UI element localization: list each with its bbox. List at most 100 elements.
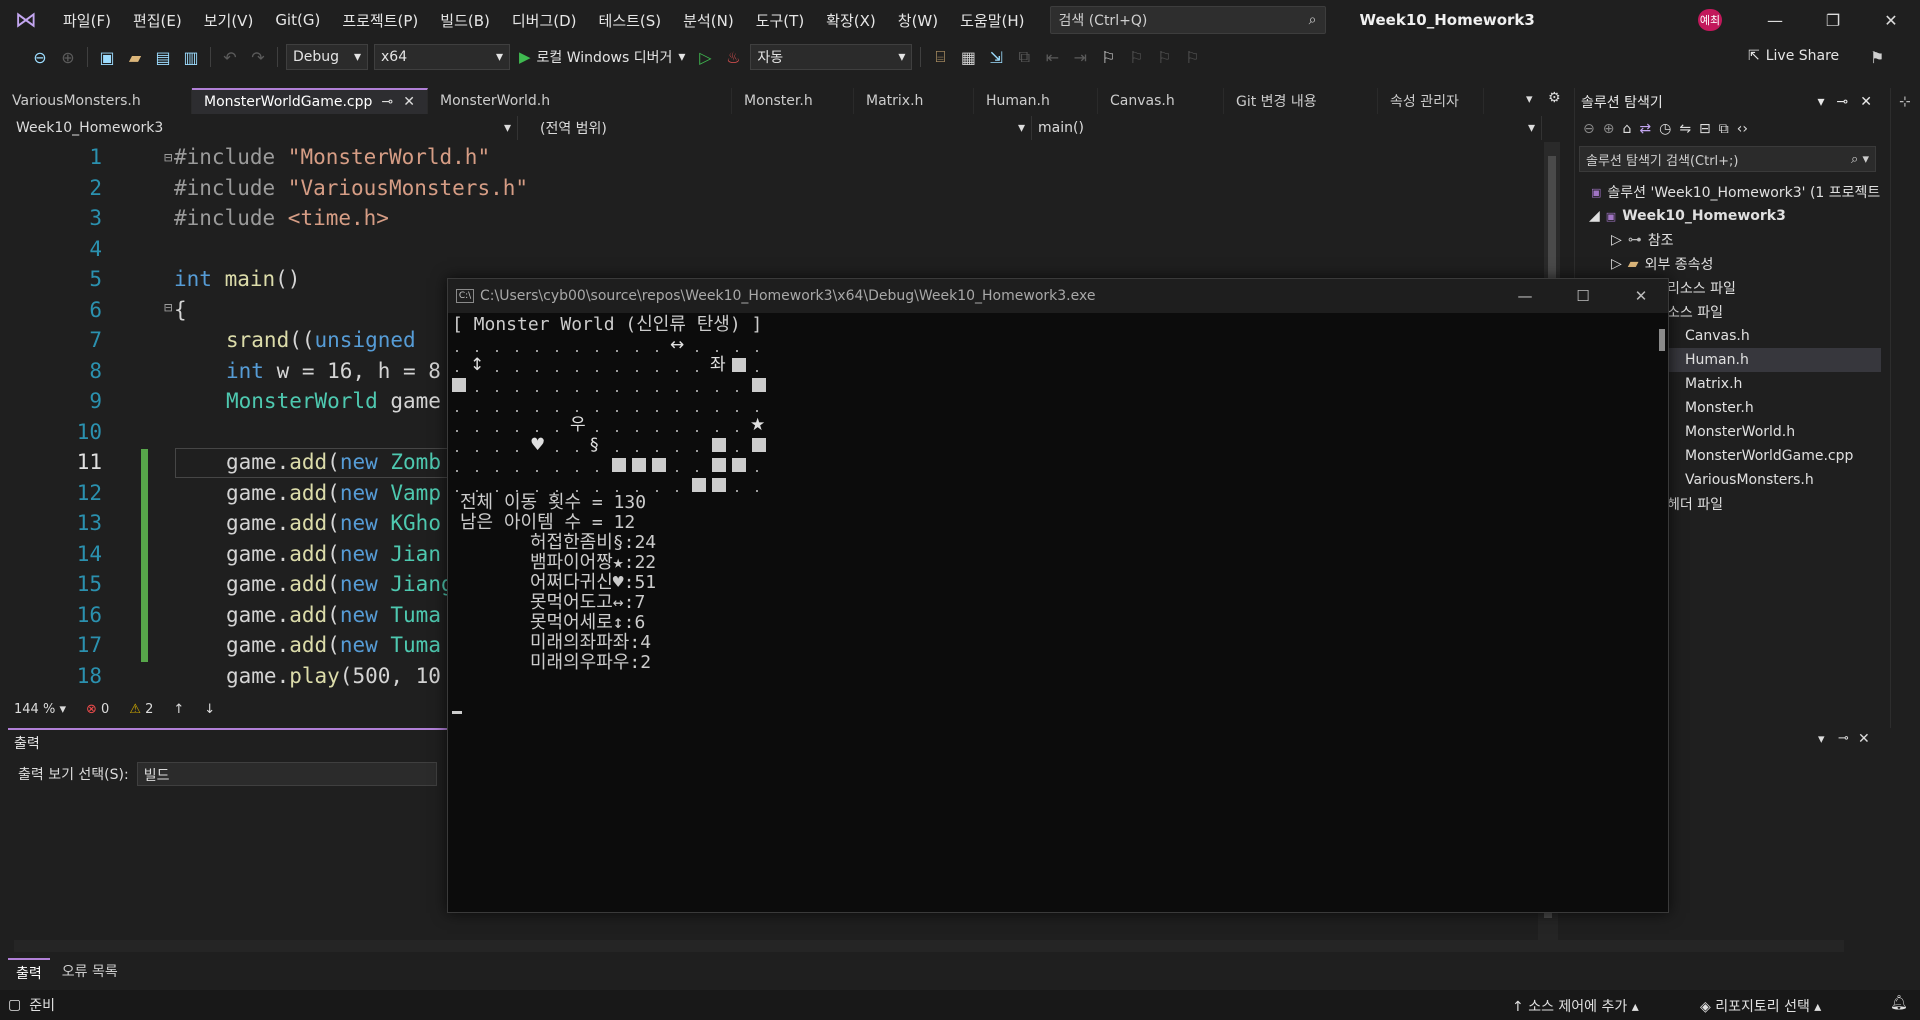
tree-project[interactable]: ◢ ▣ Week10_Homework3	[1589, 204, 1786, 228]
scrollbar-thumb[interactable]	[1659, 329, 1665, 351]
sync-icon[interactable]: ⇋	[1679, 121, 1691, 137]
tree-file[interactable]: MonsterWorld.h	[1685, 420, 1795, 444]
tab-git-changes[interactable]: Git 변경 내용	[1224, 88, 1378, 114]
tree-resource-files[interactable]: 리소스 파일	[1667, 276, 1736, 300]
live-share-button[interactable]: ⇱ Live Share	[1748, 48, 1839, 64]
next-issue-icon[interactable]: ↓	[204, 702, 215, 717]
tree-references[interactable]: ▷ ⊶ 참조	[1611, 228, 1674, 252]
tab-human[interactable]: Human.h	[974, 88, 1098, 114]
tab-output[interactable]: 출력	[8, 958, 50, 984]
tree-header-files[interactable]: 헤더 파일	[1667, 492, 1723, 516]
console-window[interactable]: C:\ C:\Users\cyb00\source\repos\Week10_H…	[447, 278, 1669, 913]
pane-dropdown-icon[interactable]: ▾	[1818, 94, 1825, 110]
menu-git[interactable]: Git(G)	[264, 0, 331, 40]
bookmark-icon[interactable]: ⚐	[1094, 44, 1122, 70]
tab-error-list[interactable]: 오류 목록	[54, 958, 126, 984]
tab-monster-world[interactable]: MonsterWorld.h	[428, 88, 732, 114]
menu-help[interactable]: 도움말(H)	[949, 0, 1035, 40]
output-select-box[interactable]: 빌드	[136, 762, 437, 786]
project-select[interactable]: Week10_Homework3 ▾	[10, 116, 518, 140]
tree-file[interactable]: Monster.h	[1685, 396, 1754, 420]
menu-window[interactable]: 창(W)	[887, 0, 949, 40]
visual-studio-logo-icon[interactable]: ⋈	[0, 0, 52, 40]
tree-file[interactable]: VariousMonsters.h	[1685, 468, 1814, 492]
close-tab-icon[interactable]: ✕	[403, 94, 415, 110]
show-all-files-icon[interactable]: ⧉	[1719, 121, 1729, 137]
bookmark-next-icon[interactable]: ⚐	[1150, 44, 1178, 70]
source-control-button[interactable]: ↑ 소스 제어에 추가 ▴	[1512, 996, 1639, 1016]
tree-source-files[interactable]: 소스 파일	[1667, 300, 1723, 324]
tree-file[interactable]: Canvas.h	[1685, 324, 1750, 348]
menu-analyze[interactable]: 분석(N)	[672, 0, 745, 40]
tab-canvas[interactable]: Canvas.h	[1098, 88, 1224, 114]
close-icon[interactable]: ✕	[1612, 279, 1670, 313]
close-pane-icon[interactable]: ✕	[1858, 731, 1870, 747]
tab-property-manager[interactable]: 속성 관리자	[1378, 88, 1484, 114]
previous-issue-icon[interactable]: ↑	[173, 702, 184, 717]
menu-debug[interactable]: 디버그(D)	[501, 0, 588, 40]
console-title-bar[interactable]: C:\ C:\Users\cyb00\source\repos\Week10_H…	[448, 279, 1668, 313]
hot-reload-icon[interactable]: ♨	[719, 44, 747, 70]
close-pane-icon[interactable]: ✕	[1860, 94, 1872, 110]
user-avatar[interactable]: 예최	[1698, 9, 1722, 31]
warning-count[interactable]: ⚠ 2	[129, 702, 153, 717]
menu-view[interactable]: 보기(V)	[193, 0, 265, 40]
menu-build[interactable]: 빌드(B)	[429, 0, 501, 40]
switch-view-icon[interactable]: ⇄	[1639, 121, 1651, 137]
indent-icon[interactable]: ⇤	[1038, 44, 1066, 70]
error-count[interactable]: ⊗ 0	[86, 702, 109, 717]
bookmark-clear-icon[interactable]: ⚐	[1178, 44, 1206, 70]
git-changes-icon[interactable]: ⊹	[1899, 94, 1911, 110]
home-icon[interactable]: ⌂	[1622, 121, 1631, 137]
open-folder-icon[interactable]: ▰	[121, 44, 149, 70]
menu-edit[interactable]: 편집(E)	[122, 0, 193, 40]
step-icon[interactable]: ⇲	[982, 44, 1010, 70]
tree-solution[interactable]: ▣ 솔루션 'Week10_Homework3' (1 프로젝트	[1591, 180, 1880, 204]
forward-icon[interactable]: ⊕	[1603, 121, 1615, 137]
settings-icon[interactable]: ⚙	[1548, 90, 1561, 106]
split-icon[interactable]: ⧉	[1010, 44, 1038, 70]
auto-select[interactable]: 자동 ▾	[750, 44, 913, 70]
scope-select[interactable]: (전역 범위) ▾	[518, 116, 1032, 140]
notifications-icon[interactable]: 🔔︎	[1890, 995, 1908, 1011]
menu-test[interactable]: 테스트(S)	[588, 0, 673, 40]
pane-dropdown-icon[interactable]: ▾	[1818, 732, 1825, 747]
tab-various-monsters[interactable]: VariousMonsters.h	[0, 88, 192, 114]
tab-monster-world-game[interactable]: MonsterWorldGame.cpp ⊸ ✕	[192, 88, 428, 114]
platform-select[interactable]: x64 ▾	[374, 44, 510, 70]
pin-icon[interactable]: ⊸	[1837, 94, 1849, 110]
solution-explorer-search[interactable]: 솔루션 탐색기 검색(Ctrl+;) ⌕ ▾	[1579, 146, 1876, 172]
tab-list-dropdown-icon[interactable]: ▾	[1526, 92, 1533, 107]
back-icon[interactable]: ⊖	[1583, 121, 1595, 137]
menu-file[interactable]: 파일(F)	[52, 0, 122, 40]
tab-matrix[interactable]: Matrix.h	[854, 88, 974, 114]
feedback-icon[interactable]: ⚑	[1870, 48, 1884, 67]
configuration-select[interactable]: Debug ▾	[286, 44, 368, 70]
minimize-icon[interactable]: —	[1746, 0, 1804, 40]
menu-tools[interactable]: 도구(T)	[745, 0, 815, 40]
menu-extensions[interactable]: 확장(X)	[815, 0, 887, 40]
undo-icon[interactable]: ↶	[216, 44, 244, 70]
collapse-all-icon[interactable]: ⊟	[1699, 121, 1711, 137]
code-view-icon[interactable]: ‹›	[1737, 121, 1748, 137]
close-icon[interactable]: ✕	[1862, 0, 1920, 40]
save-all-icon[interactable]: ▥	[177, 44, 205, 70]
maximize-icon[interactable]: ☐	[1554, 279, 1612, 313]
output-horizontal-scrollbar[interactable]	[14, 940, 1844, 952]
new-project-icon[interactable]: ▣	[93, 44, 121, 70]
run-without-debug-icon[interactable]: ▷	[691, 44, 719, 70]
global-search-input[interactable]: 검색 (Ctrl+Q) ⌕	[1049, 6, 1326, 34]
console-scrollbar[interactable]	[1656, 313, 1668, 912]
restore-icon[interactable]: ❐	[1804, 0, 1862, 40]
run-debugger-button[interactable]: ▶ 로컬 Windows 디버거 ▾	[513, 47, 691, 67]
tree-external-deps[interactable]: ▷ ▰ 외부 종속성	[1611, 252, 1713, 276]
zoom-level[interactable]: 144 % ▾	[14, 702, 66, 717]
member-select[interactable]: main() ▾	[1032, 116, 1542, 140]
bookmark-prev-icon[interactable]: ⚐	[1122, 44, 1150, 70]
outdent-icon[interactable]: ⇥	[1066, 44, 1094, 70]
redo-icon[interactable]: ↷	[244, 44, 272, 70]
find-in-files-icon[interactable]: ⌸	[926, 44, 954, 70]
pin-icon[interactable]: ⊸	[1838, 731, 1849, 746]
forward-icon[interactable]: ⊕	[54, 44, 82, 70]
menu-project[interactable]: 프로젝트(P)	[331, 0, 429, 40]
